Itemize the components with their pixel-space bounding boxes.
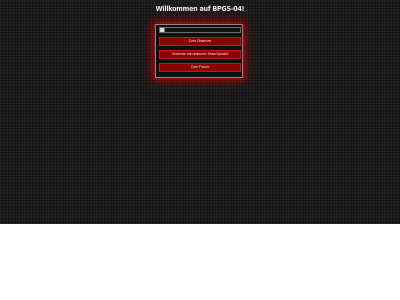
observer-button[interactable]: Zum Observer: [159, 37, 241, 46]
menu-panel: Zum Observer Verbinde mit unserem TeamSp…: [155, 24, 243, 78]
broken-image-icon: [160, 28, 165, 32]
banner-image: [159, 27, 241, 33]
page-title: Willkommen auf BPGS-04!: [155, 5, 245, 13]
teamspeak-button[interactable]: Verbinde mit unserem TeamSpeak3: [159, 50, 241, 59]
forum-button[interactable]: Zum Forum: [159, 63, 241, 72]
